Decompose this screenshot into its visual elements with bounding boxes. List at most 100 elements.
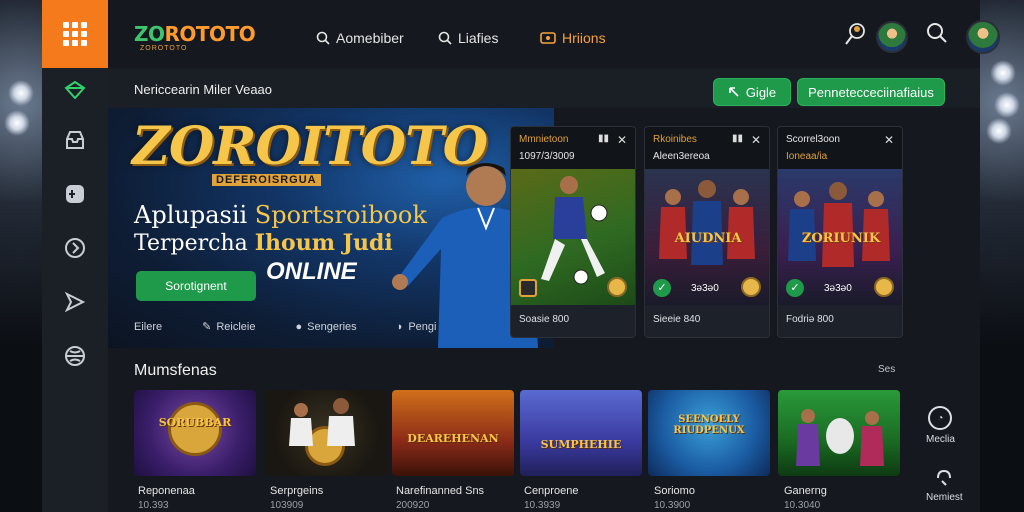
- stadium-background-left: [0, 0, 42, 512]
- hero-links: Eilere ✎ Reicleie ● Sengeries ◗ Pengi: [134, 320, 554, 334]
- nav-item-1[interactable]: Liafies: [438, 30, 498, 46]
- game-name: Serprgeins: [270, 485, 324, 497]
- coin-icon[interactable]: [741, 277, 761, 297]
- brand-tagline: ZOROTOTO: [140, 45, 188, 52]
- compass-icon: ◔: [928, 406, 953, 430]
- game-value: 10.393: [138, 500, 169, 511]
- hero-link-0[interactable]: Eilere: [134, 320, 162, 333]
- check-icon: ✓: [786, 279, 804, 297]
- players-image: [796, 409, 884, 466]
- ball-icon: [65, 346, 85, 366]
- nav-label: Aomebiber: [336, 30, 404, 46]
- match-card-title: Mmnietoon: [519, 134, 569, 145]
- close-icon[interactable]: ✕: [751, 133, 761, 147]
- sidebar-item-sports[interactable]: [63, 344, 87, 368]
- match-card-image: [511, 169, 635, 305]
- game-name: Soriomo: [654, 485, 695, 497]
- game-value: 103909: [270, 500, 304, 511]
- right-action-0[interactable]: ◔ Meclia: [926, 406, 955, 445]
- avatar-user[interactable]: [966, 20, 1000, 54]
- game-card-2[interactable]: DEAREHENAN: [392, 390, 514, 476]
- match-card-odds: 3ə3ə0: [824, 283, 852, 294]
- lollipop-search-icon[interactable]: [844, 22, 866, 46]
- game-card-3[interactable]: SUMPHEHIE: [520, 390, 642, 476]
- section-title: Mumsfenas: [134, 362, 217, 379]
- game-card-4[interactable]: SEENOELY RIUDPENUX: [648, 390, 770, 476]
- game-name: Narefinanned Sns: [396, 485, 485, 497]
- signal-icon: ▮▮: [597, 133, 609, 144]
- match-card-footer: Sieeie 840: [653, 314, 701, 325]
- search-icon: [438, 31, 452, 45]
- top-bar: ZOROTOTO ZOROTOTO Aomebiber Liafies Hrii…: [108, 0, 1000, 68]
- section-more-link[interactable]: Ses: [878, 364, 895, 375]
- coin-icon[interactable]: [874, 277, 894, 297]
- game-name: Reponenaa: [138, 485, 195, 497]
- diamond-icon: [64, 81, 86, 99]
- game-value: 10.3040: [784, 500, 821, 511]
- match-card-subtitle: Aleen3ereoa: [653, 151, 710, 162]
- shield-icon: ◗: [396, 320, 404, 333]
- match-card-0[interactable]: Mmnietoon 1097/3/3009 ▮▮ ✕ Soasie 800: [510, 126, 636, 338]
- match-card-2[interactable]: Scorrel3oon Ioneaa/ia ✕ ZORIUNIK ✓ 3ə3ə0…: [777, 126, 903, 338]
- register-button[interactable]: Pennetecceciinafiaius: [797, 78, 945, 106]
- brand-logo[interactable]: ZOROTOTO: [134, 22, 256, 46]
- inbox-icon: [66, 131, 84, 149]
- signal-icon: ▮▮: [731, 133, 743, 144]
- match-card-odds: 3ə3ə0: [691, 283, 719, 294]
- menu-button[interactable]: [42, 0, 108, 68]
- hero-headline-1: Aplupasii Sportsroibook: [134, 201, 427, 229]
- game-name: Cenproene: [524, 485, 579, 497]
- hero-link-1[interactable]: ✎ Reicleie: [202, 320, 255, 334]
- coin-icon[interactable]: [607, 277, 627, 297]
- match-card-banner: ZORIUNIK: [801, 231, 881, 246]
- sidebar-item-inbox[interactable]: [63, 128, 87, 152]
- support-icon: [937, 469, 952, 486]
- sidebar-item-games[interactable]: [63, 182, 87, 206]
- page-title: Nericcearin Miler Veaao: [134, 82, 273, 97]
- hero-cta-button[interactable]: Sorotignent: [136, 271, 256, 301]
- search-icon: [316, 31, 330, 45]
- grid-menu-icon: [63, 22, 87, 46]
- app-window: ZOROTOTO ZOROTOTO Aomebiber Liafies Hrii…: [42, 0, 1000, 512]
- stadium-background-right: [980, 0, 1024, 512]
- nav-label: Liafies: [458, 30, 499, 46]
- league-badge-icon: [519, 279, 537, 297]
- game-card-label: SORUBBAR: [158, 416, 232, 429]
- game-card-label: SUMPHEHIE: [540, 438, 622, 451]
- match-card-image: AIUDNIA ✓ 3ə3ə0: [645, 169, 769, 305]
- nav-item-2[interactable]: Hriions: [540, 30, 606, 46]
- hero-link-2[interactable]: ● Sengeries: [295, 320, 356, 333]
- nav-label: Hriions: [562, 30, 606, 46]
- players-image: [289, 398, 355, 446]
- sidebar-item-send[interactable]: [63, 290, 87, 314]
- game-card-5[interactable]: [778, 390, 900, 476]
- hero-headline-2: Terpercha Ihoum Judi: [134, 230, 393, 256]
- game-card-1[interactable]: [265, 390, 387, 476]
- close-icon[interactable]: ✕: [617, 133, 627, 147]
- play-circle-icon: [65, 238, 85, 258]
- match-card-image: ZORIUNIK ✓ 3ə3ə0: [778, 169, 902, 305]
- sidebar-item-live[interactable]: [63, 236, 87, 260]
- avatar-player[interactable]: [876, 21, 908, 53]
- arrow-icon: [729, 87, 739, 97]
- hero-banner[interactable]: ZOROITOTO DEFEROISRGUA Aplupasii Sportsr…: [108, 108, 554, 348]
- game-card-0[interactable]: SORUBBAR: [134, 390, 256, 476]
- gamepad-icon: [66, 185, 84, 203]
- match-card-1[interactable]: Rkoinibes Aleen3ereoa ▮▮ ✕ AIUDNIA ✓ 3ə3…: [644, 126, 770, 338]
- nav-item-0[interactable]: Aomebiber: [316, 30, 404, 46]
- ticket-icon: [540, 32, 556, 44]
- game-card-label: DEAREHENAN: [407, 432, 499, 445]
- hero-link-3[interactable]: ◗ Pengi: [397, 320, 437, 333]
- sidebar-item-home[interactable]: [63, 78, 87, 102]
- dot-icon: ●: [295, 320, 303, 333]
- close-icon[interactable]: ✕: [884, 133, 894, 147]
- match-card-subtitle: Ioneaa/ia: [786, 151, 828, 162]
- right-action-1[interactable]: Nemiest: [926, 468, 963, 503]
- send-icon: [64, 291, 86, 313]
- match-card-footer: Soasie 800: [519, 314, 570, 325]
- sidebar: [42, 0, 108, 512]
- login-button[interactable]: Gigle: [713, 78, 791, 106]
- search-icon[interactable]: [926, 22, 948, 44]
- match-card-title: Rkoinibes: [653, 134, 697, 145]
- match-card-footer: Fodriə 800: [786, 314, 834, 325]
